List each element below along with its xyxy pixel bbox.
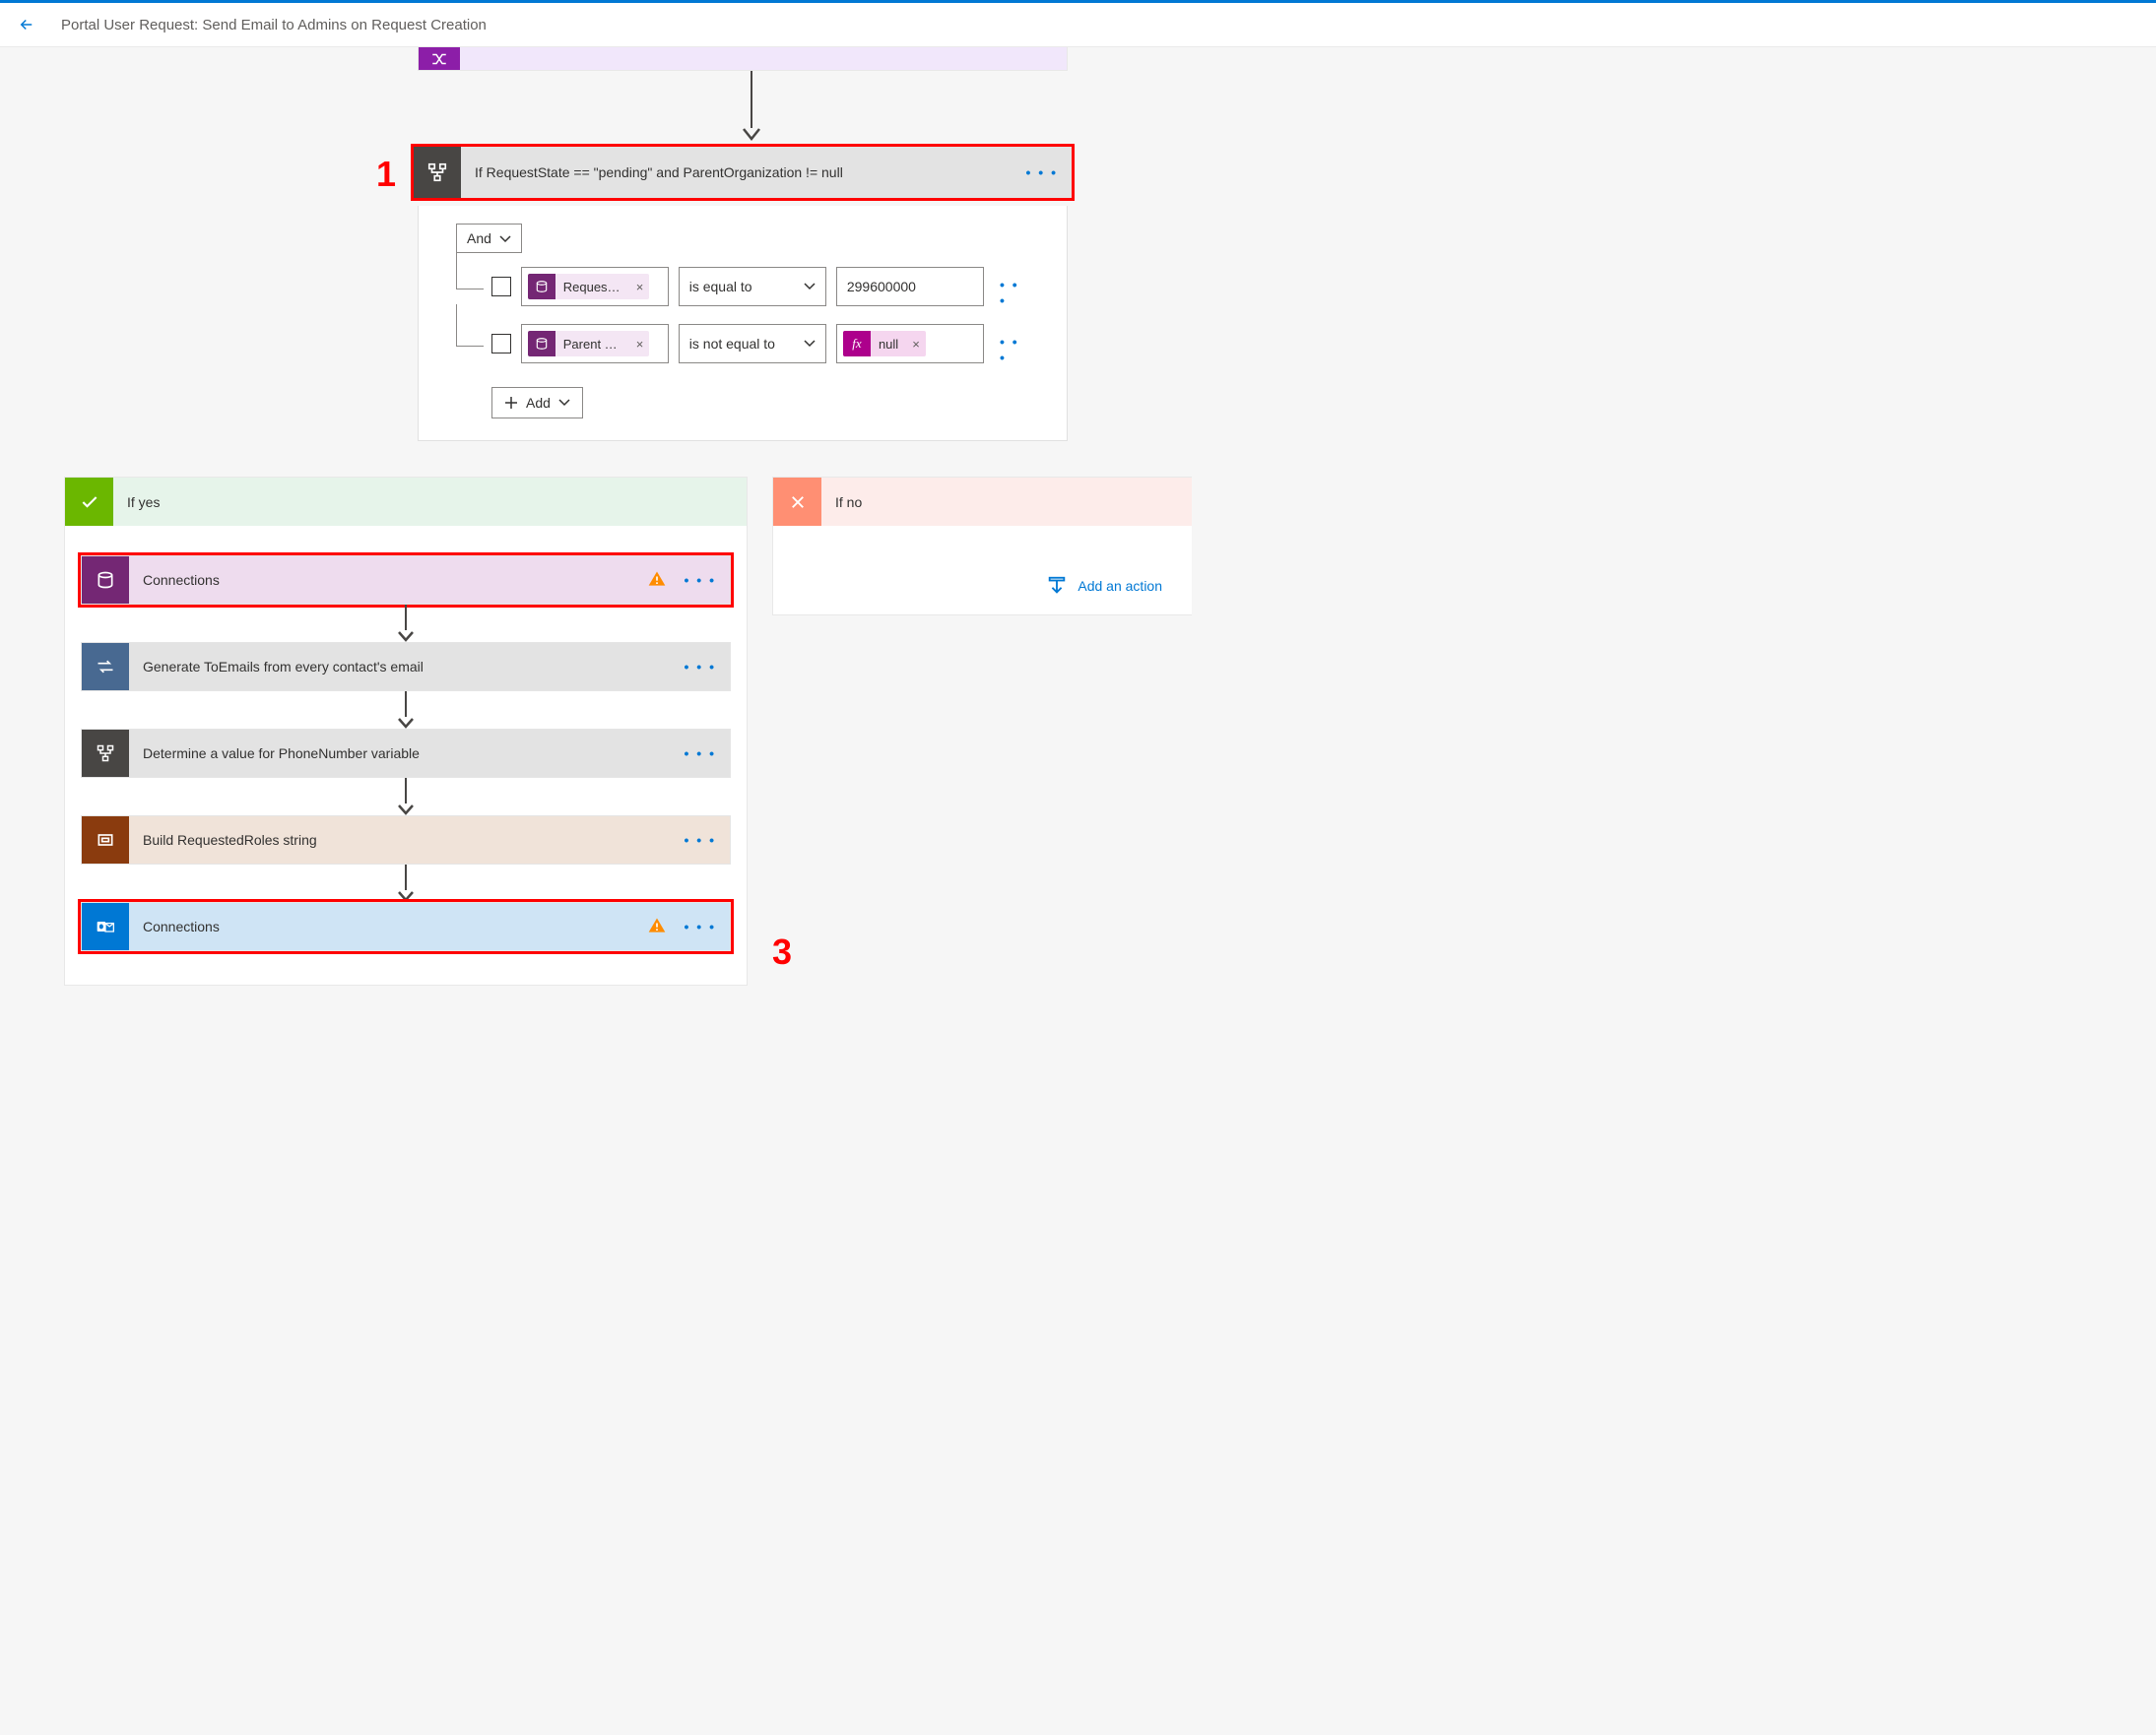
plus-icon bbox=[504, 396, 518, 410]
branch-if-yes: If yes Connections • • • bbox=[64, 477, 748, 986]
field-input[interactable]: Parent O… × bbox=[521, 324, 669, 363]
add-condition-button[interactable]: Add bbox=[491, 387, 583, 418]
action-more-button[interactable]: • • • bbox=[671, 745, 730, 761]
action-title: Determine a value for PhoneNumber variab… bbox=[129, 745, 671, 761]
group-operator-dropdown[interactable]: And bbox=[456, 224, 522, 253]
token-remove-button[interactable]: × bbox=[630, 337, 650, 352]
operator-dropdown[interactable]: is not equal to bbox=[679, 324, 826, 363]
action-title: Connections bbox=[129, 919, 643, 934]
expression-token[interactable]: fx null × bbox=[843, 331, 926, 356]
add-action-button[interactable]: Add an action bbox=[773, 526, 1192, 614]
action-more-button[interactable]: • • • bbox=[671, 659, 730, 675]
action-more-button[interactable]: • • • bbox=[671, 572, 730, 588]
action-build-requestedroles[interactable]: Build RequestedRoles string • • • bbox=[81, 815, 731, 865]
row-more-button[interactable]: • • • bbox=[994, 334, 1037, 365]
action-title: Build RequestedRoles string bbox=[129, 832, 671, 848]
outlook-icon bbox=[82, 903, 129, 950]
row-checkbox[interactable] bbox=[491, 277, 511, 296]
field-token[interactable]: Parent O… × bbox=[528, 331, 650, 356]
dataverse-icon bbox=[82, 556, 129, 604]
arrowhead-down-icon bbox=[397, 717, 415, 729]
annotation-marker-1: 1 bbox=[376, 154, 396, 195]
group-operator-label: And bbox=[467, 230, 491, 246]
check-icon bbox=[65, 478, 113, 526]
connector-arrow bbox=[397, 691, 415, 729]
connector-arrow bbox=[397, 605, 415, 642]
operator-dropdown[interactable]: is equal to bbox=[679, 267, 826, 306]
page-title: Portal User Request: Send Email to Admin… bbox=[61, 17, 487, 33]
add-action-icon bbox=[1046, 575, 1068, 597]
back-button[interactable] bbox=[12, 10, 41, 39]
condition-title: If RequestState == "pending" and ParentO… bbox=[461, 164, 1013, 180]
flow-canvas: 1 If RequestState == "pending" and Paren… bbox=[0, 47, 2156, 1052]
operator-label: is not equal to bbox=[689, 336, 775, 352]
branch-no-title: If no bbox=[821, 494, 876, 510]
action-title: Generate ToEmails from every contact's e… bbox=[129, 659, 671, 675]
connector-arrow bbox=[397, 778, 415, 815]
action-determine-phonenumber[interactable]: Determine a value for PhoneNumber variab… bbox=[81, 729, 731, 778]
action-more-button[interactable]: • • • bbox=[671, 919, 730, 934]
condition-more-button[interactable]: • • • bbox=[1013, 164, 1072, 180]
chevron-down-icon bbox=[804, 340, 816, 348]
connector-arrow bbox=[397, 865, 415, 902]
arrowhead-down-icon bbox=[397, 890, 415, 902]
value-text: 299600000 bbox=[847, 279, 916, 294]
value-input[interactable]: fx null × bbox=[836, 324, 984, 363]
annotation-marker-3: 3 bbox=[772, 932, 792, 973]
chevron-down-icon bbox=[558, 399, 570, 407]
branch-yes-title: If yes bbox=[113, 494, 173, 510]
chevron-down-icon bbox=[499, 230, 511, 246]
fx-icon: fx bbox=[843, 331, 871, 356]
field-token-label: Parent O… bbox=[555, 337, 630, 352]
warning-icon bbox=[643, 569, 671, 592]
warning-icon bbox=[643, 916, 671, 938]
dataverse-icon bbox=[528, 274, 555, 299]
branch-if-no: If no Add an action bbox=[772, 477, 1192, 615]
arrowhead-down-icon bbox=[397, 803, 415, 815]
condition-icon bbox=[82, 730, 129, 777]
variable-icon bbox=[419, 47, 460, 70]
row-checkbox[interactable] bbox=[491, 334, 511, 353]
token-remove-button[interactable]: × bbox=[630, 280, 650, 294]
connector-arrow bbox=[742, 71, 761, 141]
action-title: Connections bbox=[129, 572, 643, 588]
action-connections-outlook[interactable]: Connections • • • bbox=[81, 902, 731, 951]
action-generate-toemails[interactable]: Generate ToEmails from every contact's e… bbox=[81, 642, 731, 691]
value-input[interactable]: 299600000 bbox=[836, 267, 984, 306]
condition-icon bbox=[414, 147, 461, 198]
chevron-down-icon bbox=[804, 283, 816, 290]
condition-body: And Request … × is bbox=[418, 206, 1068, 441]
arrowhead-down-icon bbox=[397, 630, 415, 642]
dataverse-icon bbox=[528, 331, 555, 356]
token-remove-button[interactable]: × bbox=[906, 337, 926, 352]
action-declare-phonenumber[interactable] bbox=[418, 47, 1068, 71]
apply-to-each-icon bbox=[82, 643, 129, 690]
field-input[interactable]: Request … × bbox=[521, 267, 669, 306]
page-header: Portal User Request: Send Email to Admin… bbox=[0, 0, 2156, 47]
field-token-label: Request … bbox=[555, 280, 630, 294]
row-more-button[interactable]: • • • bbox=[994, 277, 1037, 308]
close-icon bbox=[773, 478, 821, 526]
operator-label: is equal to bbox=[689, 279, 752, 294]
action-connections-dataverse[interactable]: Connections • • • bbox=[81, 555, 731, 605]
arrowhead-down-icon bbox=[742, 127, 761, 141]
add-action-label: Add an action bbox=[1078, 578, 1162, 594]
condition-row: Request … × is equal to 299600000 • • • bbox=[456, 267, 1037, 308]
branch-no-header[interactable]: If no bbox=[773, 478, 1192, 526]
expression-label: null bbox=[871, 337, 906, 352]
scope-icon bbox=[82, 816, 129, 864]
branch-yes-header[interactable]: If yes bbox=[65, 478, 747, 526]
add-label: Add bbox=[526, 395, 551, 411]
arrow-left-icon bbox=[18, 16, 35, 33]
action-more-button[interactable]: • • • bbox=[671, 832, 730, 848]
condition-row: Parent O… × is not equal to fx null × • … bbox=[456, 324, 1037, 365]
condition-card[interactable]: If RequestState == "pending" and ParentO… bbox=[411, 144, 1075, 201]
field-token[interactable]: Request … × bbox=[528, 274, 650, 299]
